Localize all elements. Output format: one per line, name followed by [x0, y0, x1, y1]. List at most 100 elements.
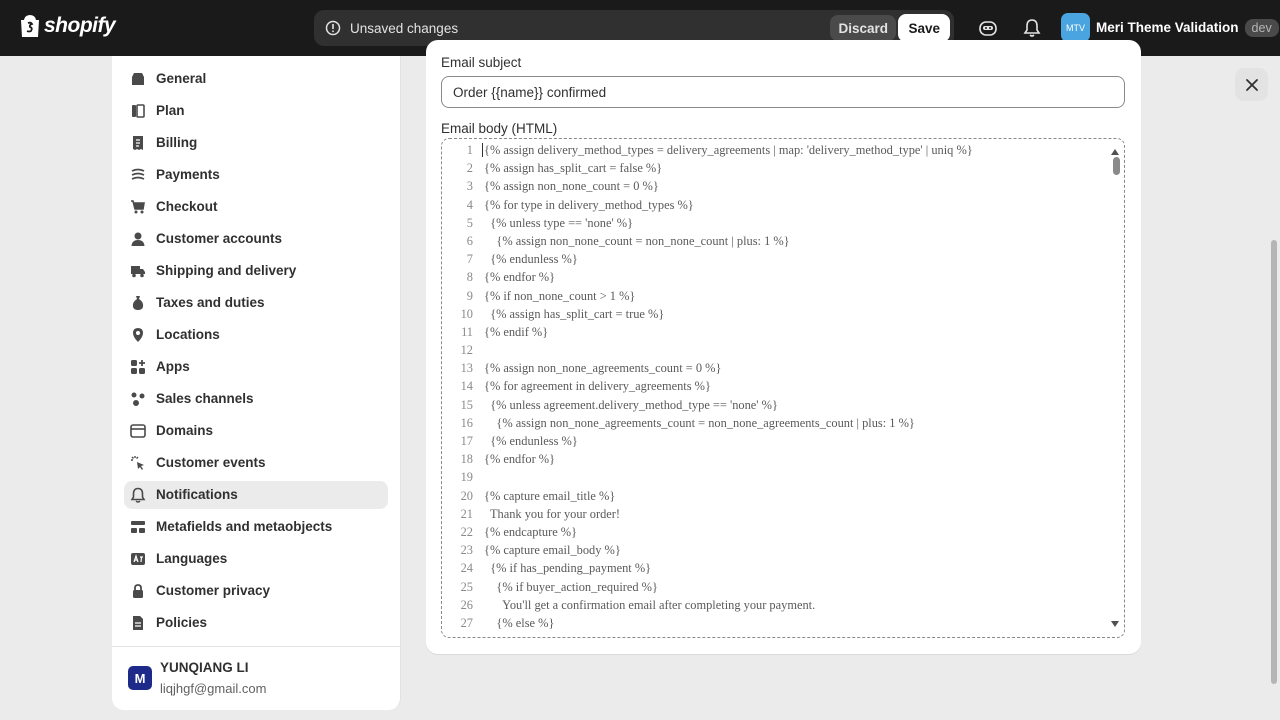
sidebar-item-label: Domains [156, 423, 214, 438]
email-template-card: Email subject Order {{name}} confirmed E… [426, 40, 1141, 654]
sidebar-item-label: Billing [156, 135, 198, 150]
line-number: 17 [460, 434, 473, 448]
sidebar-item-customer-events[interactable]: Customer events [124, 449, 388, 477]
sidebar-item-policies[interactable]: Policies [124, 609, 388, 637]
email-subject-label: Email subject [441, 55, 522, 70]
sidebar-item-label: Shipping and delivery [156, 263, 297, 278]
money-bag-icon [130, 295, 146, 311]
sidebar-item-languages[interactable]: Languages [124, 545, 388, 573]
code-text: {% assign non_none_agreements_count = 0 … [484, 361, 722, 376]
line-number: 8 [466, 270, 473, 285]
code-text: {% else %} [484, 615, 555, 630]
line-number: 12 [460, 343, 473, 358]
line-number: 25 [460, 579, 473, 594]
sidebar-item-label: Locations [156, 327, 220, 342]
unsaved-changes-text: Unsaved changes [350, 20, 459, 36]
sidebar-item-taxes-and-duties[interactable]: Taxes and duties [124, 289, 388, 317]
code-text: {% endunless %} [484, 252, 578, 267]
page-scrollbar[interactable] [1271, 240, 1277, 684]
email-body-editor[interactable]: 1 {% assign delivery_method_types = deliv… [441, 138, 1125, 638]
sidebar-item-metafields-and-metaobjects[interactable]: Metafields and metaobjects [124, 513, 388, 541]
sidebar-item-locations[interactable]: Locations [124, 321, 388, 349]
sidebar-item-apps[interactable]: Apps [124, 353, 388, 381]
editor-scrollbar-thumb[interactable] [1113, 157, 1120, 175]
code-text: {% for type in delivery_method_types %} [484, 197, 694, 212]
sidebar-item-label: Plan [156, 103, 185, 118]
lock-icon [130, 583, 146, 599]
email-subject-input[interactable]: Order {{name}} confirmed [441, 76, 1125, 108]
line-number: 15 [460, 397, 473, 412]
code-text: {% if non_none_count > 1 %} [484, 288, 636, 303]
save-button[interactable]: Save [898, 14, 950, 42]
line-number: 23 [460, 543, 473, 558]
channels-icon [130, 391, 146, 407]
close-button[interactable] [1235, 68, 1268, 101]
sidebar-item-label: Apps [156, 359, 190, 374]
line-number: 21 [460, 506, 473, 521]
code-text: {% assign non_none_count = non_none_coun… [484, 233, 790, 248]
receipt-icon [130, 135, 146, 151]
sidebar-item-sales-channels[interactable]: Sales channels [124, 385, 388, 413]
line-number: 9 [466, 288, 473, 303]
sidebar-item-customer-privacy[interactable]: Customer privacy [124, 577, 388, 605]
code-text: {% endunless %} [484, 434, 578, 448]
line-number: 22 [460, 524, 473, 539]
line-number: 18 [460, 452, 473, 467]
shopify-logo[interactable]: shopify [20, 14, 116, 38]
scroll-down-arrow-icon[interactable] [1110, 615, 1120, 633]
line-number: 3 [466, 179, 473, 194]
line-number: 19 [460, 470, 473, 485]
code-text: {% assign has_split_cart = true %} [484, 306, 665, 321]
code-text: {% for agreement in delivery_agreements … [484, 379, 711, 394]
sidebar-item-notifications[interactable]: Notifications [124, 481, 388, 509]
metafields-icon [130, 519, 146, 535]
discard-button[interactable]: Discard [830, 15, 896, 41]
shopify-bag-icon [21, 15, 39, 37]
line-number: 4 [466, 197, 473, 212]
sidebar-item-customer-accounts[interactable]: Customer accounts [124, 225, 388, 253]
user-name: YUNQIANG LI [160, 660, 249, 675]
line-number: 13 [460, 361, 473, 376]
line-number: 1 [466, 143, 473, 157]
sidebar-item-general[interactable]: General [124, 65, 388, 93]
store-menu[interactable]: MTV Meri Theme Validation dev [1061, 13, 1279, 42]
sidebar-item-label: General [156, 71, 207, 86]
apps-icon [130, 359, 146, 375]
sidebar-item-label: Customer events [156, 455, 266, 470]
truck-icon [130, 263, 146, 279]
code-text: {% capture email_title %} [484, 488, 616, 503]
sidebar-item-checkout[interactable]: Checkout [124, 193, 388, 221]
code-text: {% capture email_body %} [484, 543, 621, 558]
store-icon [130, 71, 146, 87]
location-pin-icon [130, 327, 146, 343]
sidebar-divider [112, 646, 400, 647]
code-text: {% endfor %} [484, 452, 556, 467]
sidebar-item-shipping-and-delivery[interactable]: Shipping and delivery [124, 257, 388, 285]
code-text: {% unless type == 'none' %} [484, 215, 634, 230]
bell-icon [130, 487, 146, 503]
sidebar-item-plan[interactable]: Plan [124, 97, 388, 125]
sidebar-item-domains[interactable]: Domains [124, 417, 388, 445]
document-icon [130, 615, 146, 631]
sidebar-item-label: Metafields and metaobjects [156, 519, 333, 534]
language-icon [130, 551, 146, 567]
line-number: 26 [460, 597, 473, 612]
sidebar-item-payments[interactable]: Payments [124, 161, 388, 189]
sidebar-item-billing[interactable]: Billing [124, 129, 388, 157]
cursor-click-icon [130, 455, 146, 471]
line-number: 6 [466, 233, 473, 248]
logo-text: shopify [44, 14, 116, 37]
store-avatar: MTV [1061, 13, 1090, 42]
line-number: 11 [461, 324, 473, 339]
code-text: {% endif %} [484, 324, 549, 339]
line-number: 14 [460, 379, 473, 394]
line-number: 24 [460, 561, 473, 576]
sidebar-item-label: Notifications [156, 487, 238, 502]
avatar: M [128, 666, 152, 690]
code-text: {% if buyer_action_required %} [484, 579, 658, 594]
store-badge: dev [1244, 18, 1279, 37]
sidebar-item-label: Taxes and duties [156, 295, 265, 310]
code-text: {% assign non_none_agreements_count = no… [484, 415, 915, 430]
payments-icon [130, 167, 146, 183]
line-number: 16 [460, 415, 473, 430]
